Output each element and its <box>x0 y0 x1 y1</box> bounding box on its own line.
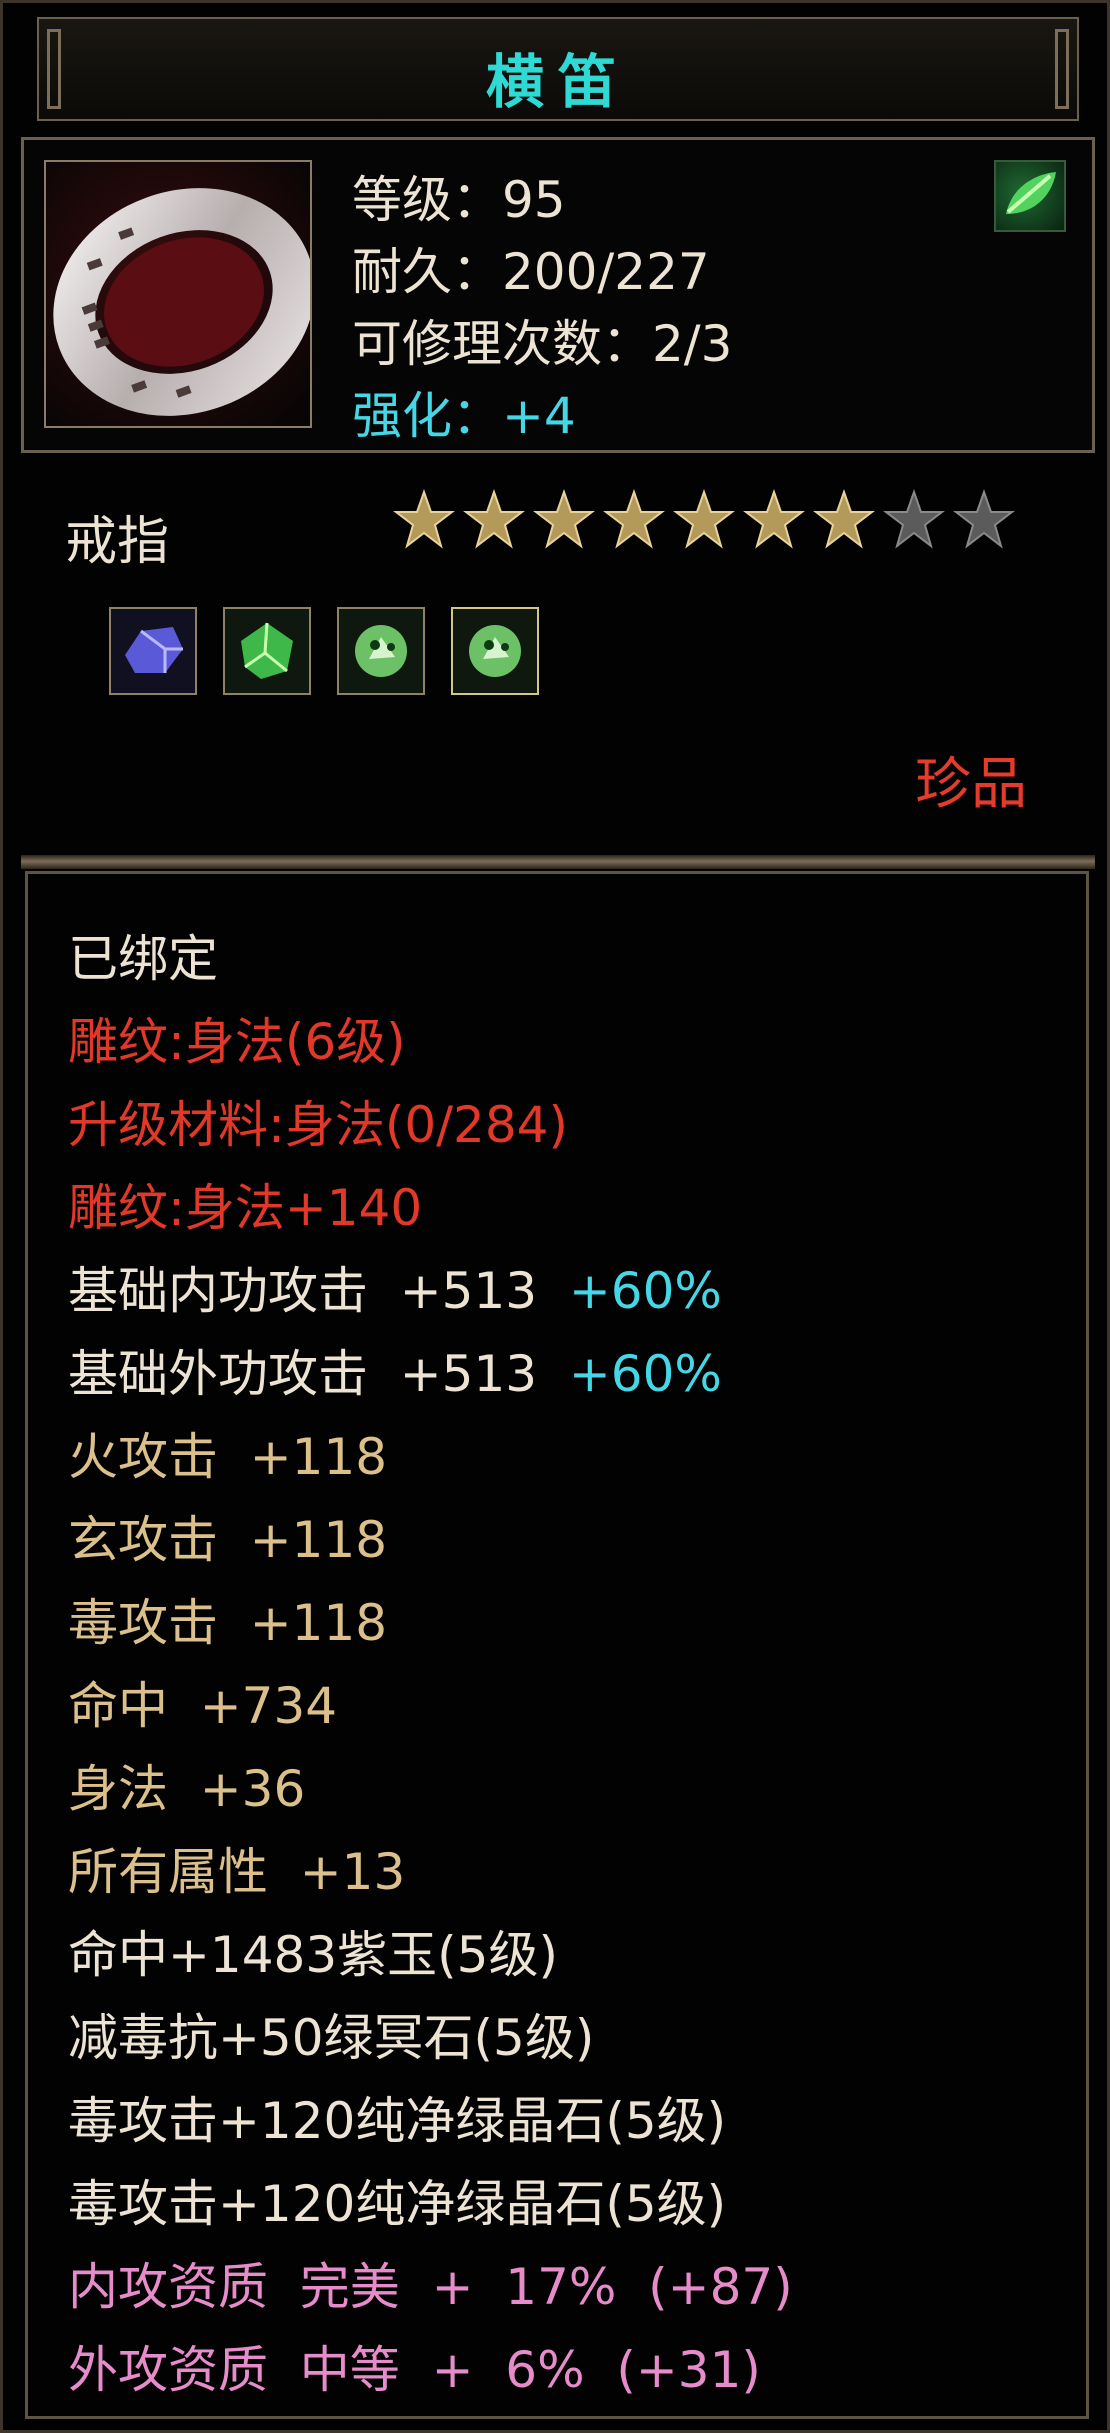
item-type: 戒指 <box>65 512 170 572</box>
attribute-line: 雕纹:身法(6级) <box>68 1001 793 1084</box>
attribute-line: 毒攻击 +118 <box>68 1582 793 1665</box>
attribute-text: 减毒抗+50绿冥石(5级) <box>68 2009 595 2067</box>
item-type-section: 戒指 珍品 <box>21 453 1095 853</box>
attributes-panel: 已绑定雕纹:身法(6级) 升级材料:身法(0/284) 雕纹:身法+140 基础内功攻… <box>25 871 1089 2419</box>
star-filled-icon <box>603 488 665 551</box>
attribute-text: 命中 +734 <box>68 1677 338 1735</box>
attribute-line: 升级材料:身法(0/284) <box>68 1084 793 1167</box>
attribute-list: 已绑定雕纹:身法(6级) 升级材料:身法(0/284) 雕纹:身法+140 基础内功攻… <box>68 918 793 2412</box>
attribute-line: 已绑定 <box>68 918 793 1001</box>
attribute-line: 外攻资质 中等 + 6% (+31) <box>68 2329 793 2412</box>
star-rating <box>393 488 1015 551</box>
star-filled-icon <box>463 488 525 551</box>
star-empty-icon <box>883 488 945 551</box>
attribute-text: 毒攻击+120纯净绿晶石(5级) <box>68 2175 727 2233</box>
attribute-line: 命中 +734 <box>68 1665 793 1748</box>
attribute-text: 内攻资质 完美 + 17% (+87) <box>68 2258 793 2316</box>
repair-count-label: 可修理次数 <box>352 315 602 373</box>
attribute-text: 所有属性 +13 <box>68 1843 406 1901</box>
purple-gem-icon[interactable] <box>109 607 197 695</box>
level-stat: 等级：95 <box>352 171 566 229</box>
green-gem-icon[interactable] <box>223 607 311 695</box>
ring-icon <box>44 160 312 428</box>
enhance-label: 强化 <box>352 387 452 445</box>
attribute-line: 玄攻击 +118 <box>68 1499 793 1582</box>
gem-slots <box>109 607 539 695</box>
star-empty-icon <box>953 488 1015 551</box>
attribute-text: 雕纹:身法+140 <box>68 1179 423 1237</box>
star-filled-icon <box>743 488 805 551</box>
leaf-icon <box>994 160 1066 232</box>
attribute-text: 玄攻击 +118 <box>68 1511 388 1569</box>
item-name: 横笛 <box>485 48 630 116</box>
attribute-line: 命中+1483紫玉(5级) <box>68 1914 793 1997</box>
attribute-line: 身法 +36 <box>68 1748 793 1831</box>
durability-label: 耐久 <box>352 243 452 301</box>
attribute-line: 毒攻击+120纯净绿晶石(5级) <box>68 2163 793 2246</box>
rarity-label: 珍品 <box>915 752 1027 817</box>
attribute-text: 升级材料:身法(0/284) <box>68 1096 568 1154</box>
attribute-line: 基础内功攻击 +513 +60% <box>68 1250 793 1333</box>
level-value: 95 <box>502 171 566 229</box>
item-summary-panel: 等级：95 耐久：200/227 可修理次数：2/3 强化：+4 <box>21 137 1095 453</box>
attribute-text: 雕纹:身法(6级) <box>68 1013 406 1071</box>
star-filled-icon <box>813 488 875 551</box>
attribute-line: 减毒抗+50绿冥石(5级) <box>68 1997 793 2080</box>
attribute-text: 命中+1483紫玉(5级) <box>68 1926 558 1984</box>
star-filled-icon <box>393 488 455 551</box>
attribute-text: 火攻击 +118 <box>68 1428 388 1486</box>
enhance-value: +4 <box>502 387 576 445</box>
title-bar: 横笛 <box>37 17 1079 121</box>
star-filled-icon <box>673 488 735 551</box>
attribute-line: 所有属性 +13 <box>68 1831 793 1914</box>
green-crystal-icon[interactable] <box>337 607 425 695</box>
item-tooltip: 横笛 等级：95 耐久：200/227 可修理次数：2/3 强化：+4 戒指 珍… <box>0 0 1110 2433</box>
attribute-line: 毒攻击+120纯净绿晶石(5级) <box>68 2080 793 2163</box>
green-crystal-icon[interactable] <box>451 607 539 695</box>
attribute-text: 毒攻击 +118 <box>68 1594 388 1652</box>
durability-value: 200/227 <box>502 243 710 301</box>
durability-stat: 耐久：200/227 <box>352 243 710 301</box>
attribute-line: 雕纹:身法+140 <box>68 1167 793 1250</box>
level-label: 等级 <box>352 171 452 229</box>
attribute-bonus: +60% <box>537 1262 722 1320</box>
repair-count-value: 2/3 <box>652 315 733 373</box>
attribute-text: 身法 +36 <box>68 1760 306 1818</box>
attribute-text: 已绑定 <box>68 930 218 988</box>
enhance-stat: 强化：+4 <box>352 387 576 445</box>
star-filled-icon <box>533 488 595 551</box>
section-divider <box>21 855 1095 869</box>
attribute-text: 毒攻击+120纯净绿晶石(5级) <box>68 2092 727 2150</box>
attribute-text: 外攻资质 中等 + 6% (+31) <box>68 2341 761 2399</box>
attribute-text: 基础外功攻击 +513 <box>68 1345 538 1403</box>
item-stats: 等级：95 耐久：200/227 可修理次数：2/3 强化：+4 <box>352 164 732 452</box>
attribute-line: 基础外功攻击 +513 +60% <box>68 1333 793 1416</box>
attribute-line: 火攻击 +118 <box>68 1416 793 1499</box>
repair-count-stat: 可修理次数：2/3 <box>352 315 733 373</box>
attribute-text: 基础内功攻击 +513 <box>68 1262 538 1320</box>
attribute-bonus: +60% <box>537 1345 722 1403</box>
attribute-line: 内攻资质 完美 + 17% (+87) <box>68 2246 793 2329</box>
